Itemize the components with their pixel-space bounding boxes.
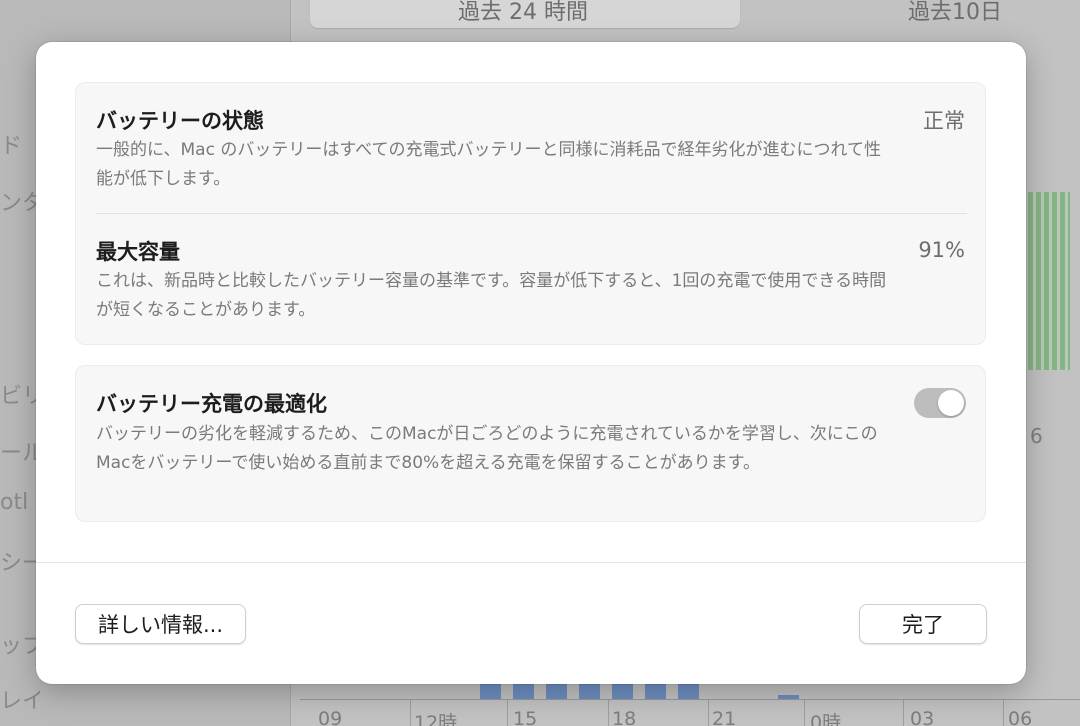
footer-separator bbox=[36, 562, 1026, 563]
battery-health-description: 一般的に、Mac のバッテリーはすべての充電式バッテリーと同様に消耗品で経年劣化… bbox=[96, 140, 881, 189]
sidebar-fragment: otl bbox=[0, 490, 29, 515]
sidebar-fragment: ド bbox=[0, 134, 23, 159]
gridline bbox=[608, 700, 609, 726]
optimized-charging-group: バッテリー充電の最適化 バッテリーの劣化を軽減するため、このMacが日ごろどのよ… bbox=[75, 365, 986, 522]
axis-tick-label: 06 bbox=[1008, 708, 1033, 726]
max-capacity-value: 91% bbox=[918, 238, 965, 262]
more-info-button[interactable]: 詳しい情報... bbox=[75, 604, 246, 644]
done-button[interactable]: 完了 bbox=[859, 604, 987, 644]
optimized-charging-toggle[interactable] bbox=[914, 388, 966, 418]
chart-axis bbox=[300, 699, 1080, 700]
gridline bbox=[903, 700, 904, 726]
usage-bar bbox=[645, 684, 666, 700]
axis-tick-label: 09 bbox=[318, 708, 343, 726]
sidebar-fragment: ビリ bbox=[0, 384, 40, 409]
sidebar-fragment: シー bbox=[0, 551, 40, 576]
usage-bar bbox=[678, 684, 699, 700]
gridline bbox=[708, 700, 709, 726]
chart-label: 6 bbox=[1030, 424, 1043, 448]
axis-tick-label: 12時 bbox=[414, 712, 458, 726]
axis-tick-label: 15 bbox=[513, 708, 538, 726]
gridline bbox=[1003, 700, 1004, 726]
max-capacity-title: 最大容量 bbox=[96, 240, 180, 264]
gridline bbox=[410, 700, 411, 726]
row-divider bbox=[96, 213, 967, 214]
max-capacity-description: これは、新品時と比較したバッテリー容量の基準です。容量が低下すると、1回の充電で… bbox=[96, 271, 887, 320]
tab-past-24-hours[interactable]: 過去 24 時間 bbox=[458, 0, 588, 26]
sidebar-fragment: レイ bbox=[0, 689, 40, 714]
battery-health-dialog: バッテリーの状態 正常 一般的に、Mac のバッテリーはすべての充電式バッテリー… bbox=[36, 42, 1026, 684]
axis-tick-label: 03 bbox=[910, 708, 935, 726]
usage-bar bbox=[513, 684, 534, 700]
gridline bbox=[507, 700, 508, 726]
optimized-charging-title: バッテリー充電の最適化 bbox=[96, 392, 327, 416]
tab-past-10-days[interactable]: 過去10日 bbox=[908, 0, 1002, 26]
optimized-charging-description: バッテリーの劣化を軽減するため、このMacが日ごろどのように充電されているかを学… bbox=[96, 424, 878, 473]
usage-bar bbox=[612, 684, 633, 700]
sidebar-fragment: ップ bbox=[0, 634, 40, 659]
battery-level-bars bbox=[1028, 192, 1070, 370]
battery-info-group: バッテリーの状態 正常 一般的に、Mac のバッテリーはすべての充電式バッテリー… bbox=[75, 82, 986, 345]
usage-bar bbox=[546, 684, 567, 700]
axis-tick-label: 18 bbox=[612, 708, 637, 726]
usage-bar bbox=[579, 684, 600, 700]
usage-bar bbox=[480, 684, 501, 700]
sidebar-fragment: ール bbox=[0, 441, 40, 466]
axis-tick-label: 21 bbox=[712, 708, 737, 726]
battery-health-value: 正常 bbox=[923, 109, 965, 133]
gridline bbox=[804, 700, 805, 726]
sidebar-fragment: ンタ bbox=[0, 191, 40, 216]
toggle-knob bbox=[938, 390, 964, 416]
axis-tick-label: 0時 bbox=[810, 712, 842, 726]
battery-health-title: バッテリーの状態 bbox=[96, 109, 264, 133]
